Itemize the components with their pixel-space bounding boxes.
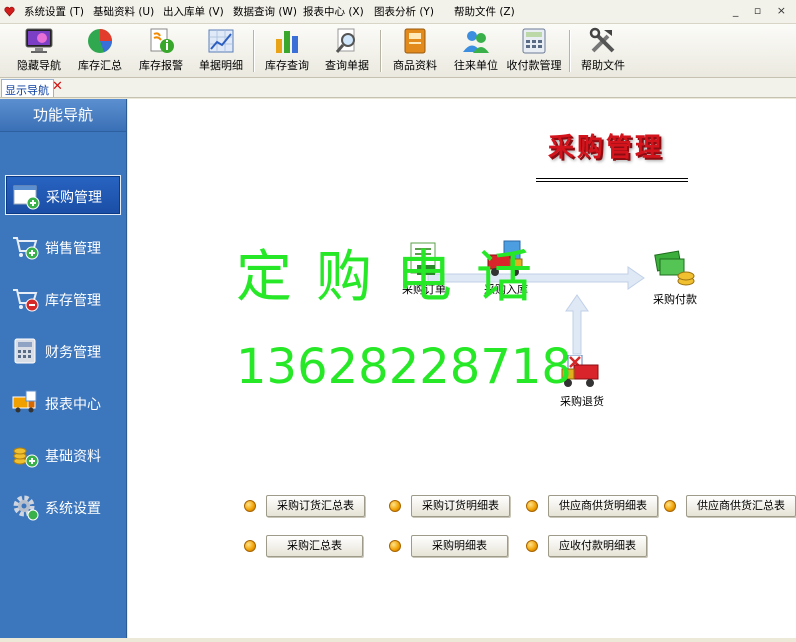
menu-system-settings[interactable]: 系统设置 (T) xyxy=(24,5,84,19)
toolbar-product-data-button[interactable]: 商品资料 xyxy=(384,26,446,76)
toolbar-label: 查询单据 xyxy=(325,59,369,72)
toolbar-hide-nav-button[interactable]: 隐藏导航 xyxy=(8,26,70,76)
toolbar: 隐藏导航 库存汇总 库存报警 单据明细 库存查询 查询单据 商品资料 往来单位 … xyxy=(0,24,796,78)
bullet-icon xyxy=(244,540,256,552)
coins-icon xyxy=(13,447,39,468)
bullet-icon xyxy=(526,500,538,512)
sidebar-item-purchase[interactable]: 采购管理 xyxy=(5,175,121,215)
report-button[interactable]: 供应商供货明细表 xyxy=(548,495,658,517)
pie-chart-icon xyxy=(88,29,112,53)
tools-icon xyxy=(589,27,615,53)
tab-show-navigation[interactable]: 显示导航 xyxy=(1,79,54,97)
main-panel: 采购管理 采购订单 采购入库 采购付款 采购退货 定购电话 1362822871… xyxy=(128,99,796,638)
window-controls[interactable]: _ ▫ × xyxy=(733,4,792,17)
toolbar-stock-alert-button[interactable]: 库存报警 xyxy=(130,26,192,76)
sidebar-item-label: 库存管理 xyxy=(45,293,101,309)
sidebar-item-finance[interactable]: 财务管理 xyxy=(5,331,121,371)
report-button[interactable]: 采购订货汇总表 xyxy=(266,495,365,517)
menu-stock-docs[interactable]: 出入库单 (V) xyxy=(163,5,224,19)
bullet-icon xyxy=(526,540,538,552)
sidebar-item-basic-data[interactable]: 基础资料 xyxy=(5,435,121,475)
sidebar-item-label: 采购管理 xyxy=(46,190,102,206)
report-button[interactable]: 采购汇总表 xyxy=(266,535,363,557)
toolbar-stock-summary-button[interactable]: 库存汇总 xyxy=(69,26,131,76)
flow-label: 采购退货 xyxy=(560,395,604,408)
menu-data-query[interactable]: 数据查询 (W) xyxy=(233,5,297,19)
close-icon[interactable]: ✕ xyxy=(52,80,63,94)
sidebar-item-label: 财务管理 xyxy=(45,345,101,361)
menu-help[interactable]: 帮助文件 (Z) xyxy=(454,5,515,19)
flow-purchase-payment[interactable]: 采购付款 xyxy=(652,249,698,307)
toolbar-label: 库存报警 xyxy=(139,59,183,72)
toolbar-query-docs-button[interactable]: 查询单据 xyxy=(316,26,378,76)
bullet-icon xyxy=(389,540,401,552)
toolbar-label: 商品资料 xyxy=(393,59,437,72)
menu-basic-data[interactable]: 基础资料 (U) xyxy=(93,5,154,19)
status-border xyxy=(0,638,796,642)
bullet-icon xyxy=(664,500,676,512)
money-icon xyxy=(654,250,695,286)
toolbar-separator xyxy=(569,30,571,72)
watermark-text: 定购电话 xyxy=(236,245,556,310)
tab-strip: 显示导航 ✕ xyxy=(0,78,796,98)
toolbar-label: 单据明细 xyxy=(199,59,243,72)
bar-chart-icon xyxy=(276,31,298,53)
calculator-icon xyxy=(522,28,546,54)
toolbar-payments-button[interactable]: 收付款管理 xyxy=(503,26,565,76)
bullet-icon xyxy=(244,500,256,512)
gear-icon xyxy=(13,495,39,521)
sidebar-item-label: 基础资料 xyxy=(45,449,101,465)
sidebar-item-label: 销售管理 xyxy=(45,241,101,257)
magnifier-icon xyxy=(335,28,355,53)
book-icon xyxy=(404,28,426,54)
sidebar: 功能导航 采购管理 销售管理 库存管理 财务管理 报表中心 基础资料 系统设置 xyxy=(0,99,127,638)
alert-document-icon xyxy=(150,28,174,53)
toolbar-label: 收付款管理 xyxy=(506,59,562,72)
monitor-icon xyxy=(25,28,53,53)
toolbar-stock-query-button[interactable]: 库存查询 xyxy=(256,26,318,76)
toolbar-separator xyxy=(253,30,255,72)
sidebar-item-reports[interactable]: 报表中心 xyxy=(5,383,121,423)
report-button[interactable]: 采购订货明细表 xyxy=(411,495,510,517)
toolbar-help-button[interactable]: 帮助文件 xyxy=(572,26,634,76)
report-button[interactable]: 供应商供货汇总表 xyxy=(686,495,796,517)
menu-bar: 系统设置 (T) 基础资料 (U) 出入库单 (V) 数据查询 (W) 报表中心… xyxy=(0,0,796,24)
toolbar-separator xyxy=(380,30,382,72)
menu-chart-analysis[interactable]: 图表分析 (Y) xyxy=(374,5,434,19)
cart-add-icon xyxy=(13,237,39,260)
calculator-icon xyxy=(14,338,36,364)
flow-label: 采购付款 xyxy=(653,293,697,306)
menu-report-center[interactable]: 报表中心 (X) xyxy=(303,5,364,19)
report-button[interactable]: 采购明细表 xyxy=(411,535,508,557)
toolbar-doc-detail-button[interactable]: 单据明细 xyxy=(190,26,252,76)
line-chart-icon xyxy=(208,29,234,53)
toolbar-label: 隐藏导航 xyxy=(17,59,61,72)
watermark-phone: 13628228718 xyxy=(236,339,572,395)
app-logo-icon xyxy=(4,6,15,17)
sidebar-item-label: 报表中心 xyxy=(45,397,101,413)
report-button[interactable]: 应收付款明细表 xyxy=(548,535,647,557)
bullet-icon xyxy=(389,500,401,512)
sidebar-item-label: 系统设置 xyxy=(45,501,101,517)
toolbar-label: 往来单位 xyxy=(454,59,498,72)
truck-report-icon xyxy=(12,390,37,413)
toolbar-label: 库存汇总 xyxy=(78,59,122,72)
purchase-icon xyxy=(13,185,40,210)
cart-remove-icon xyxy=(13,289,39,312)
sidebar-item-sales[interactable]: 销售管理 xyxy=(5,227,121,267)
users-icon xyxy=(463,31,489,53)
toolbar-label: 库存查询 xyxy=(265,59,309,72)
sidebar-item-system-settings[interactable]: 系统设置 xyxy=(5,487,121,527)
sidebar-title: 功能导航 xyxy=(0,99,126,132)
toolbar-partners-button[interactable]: 往来单位 xyxy=(445,26,507,76)
toolbar-label: 帮助文件 xyxy=(581,59,625,72)
sidebar-item-inventory[interactable]: 库存管理 xyxy=(5,279,121,319)
